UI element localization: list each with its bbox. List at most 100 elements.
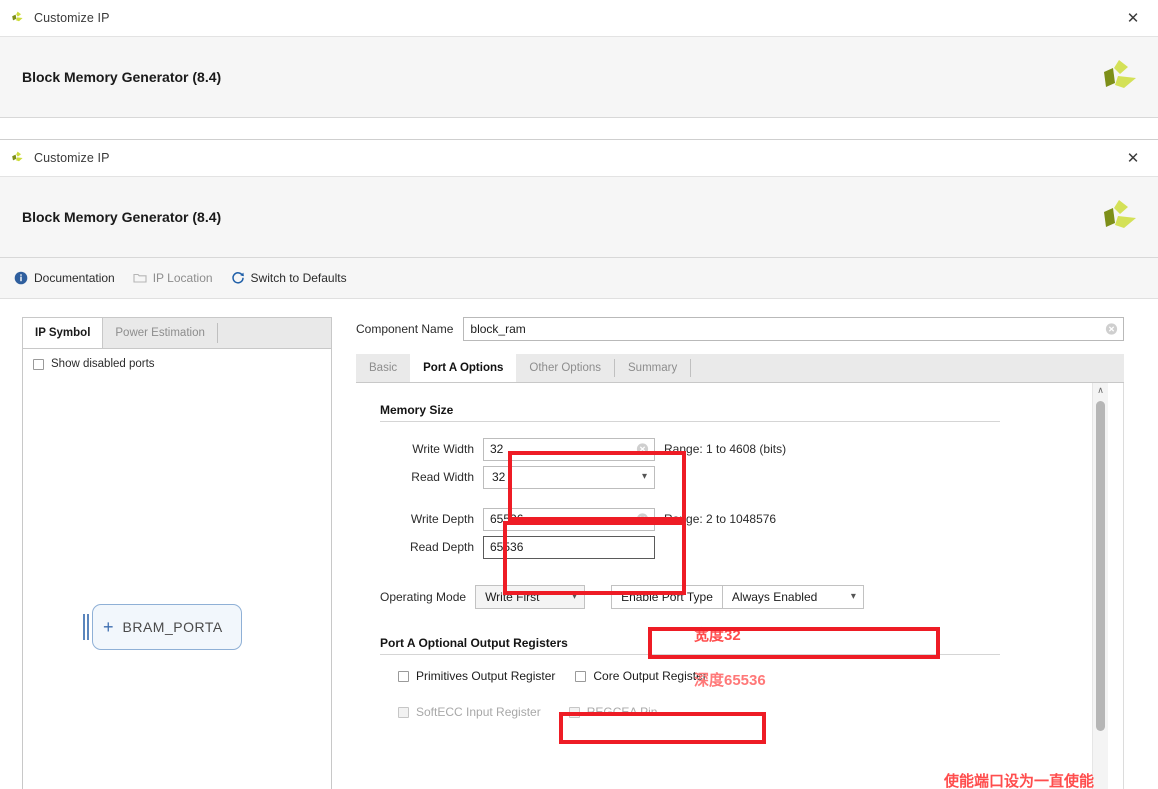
write-depth-value: 65536 [490, 512, 523, 526]
tab-other-options[interactable]: Other Options [516, 354, 614, 382]
show-disabled-ports-row[interactable]: Show disabled ports [23, 349, 331, 370]
output-registers-row-2: SoftECC Input Register REGCEA Pin [380, 705, 1124, 719]
enable-port-type-select[interactable]: Always Enabled ▾ [723, 590, 863, 604]
write-depth-input[interactable]: 65536 [483, 508, 655, 531]
memory-size-heading: Memory Size [380, 403, 1124, 417]
clear-circle-icon[interactable] [1105, 323, 1118, 336]
enable-port-type-group: Enable Port Type Always Enabled ▾ [611, 585, 864, 609]
scrollbar-thumb[interactable] [1096, 401, 1105, 731]
read-depth-value: 65536 [490, 540, 523, 554]
tab-summary-label: Summary [628, 362, 677, 374]
core-output-register-label: Core Output Register [593, 669, 706, 683]
tab-summary[interactable]: Summary [615, 354, 690, 382]
back-window-close-icon[interactable]: ✕ [1122, 7, 1144, 29]
write-depth-range: Range: 2 to 1048576 [664, 512, 776, 526]
read-depth-input[interactable]: 65536 [483, 536, 655, 559]
output-registers-rule [380, 654, 1000, 655]
tab-ip-symbol[interactable]: IP Symbol [23, 318, 103, 348]
front-window-titlebar: Customize IP ✕ [0, 140, 1158, 177]
bram-porta-box[interactable]: + BRAM_PORTA [92, 604, 242, 650]
bram-porta-label: BRAM_PORTA [123, 619, 223, 635]
ip-location-label: IP Location [153, 271, 213, 285]
front-window: Customize IP ✕ Block Memory Generator (8… [0, 139, 1158, 789]
read-width-label: Read Width [380, 470, 483, 484]
regcea-pin-label: REGCEA Pin [587, 705, 658, 719]
output-registers-row-1: Primitives Output Register Core Output R… [380, 669, 1124, 683]
memory-size-rule [380, 421, 1000, 422]
options-panel: Component Name block_ram Basic P [356, 317, 1124, 789]
write-width-row: Write Width 32 Range: 1 to 4608 (bits) [380, 436, 1124, 462]
component-name-input[interactable]: block_ram [463, 317, 1124, 341]
clear-circle-icon[interactable] [636, 513, 649, 526]
back-window-banner: Block Memory Generator (8.4) [0, 37, 1158, 118]
tab-basic-label: Basic [369, 362, 397, 374]
switch-to-defaults-label: Switch to Defaults [251, 271, 347, 285]
info-icon [14, 271, 28, 285]
front-window-title: Customize IP [34, 151, 110, 165]
tab-other-options-label: Other Options [529, 362, 601, 374]
write-width-value: 32 [490, 442, 503, 456]
scroll-up-arrow-icon[interactable]: ∧ [1093, 383, 1108, 397]
ip-location-button[interactable]: IP Location [133, 271, 213, 285]
xilinx-logo-icon [10, 150, 26, 166]
chevron-down-icon[interactable]: ▾ [851, 592, 856, 602]
primitives-output-register-checkbox[interactable] [398, 671, 409, 682]
read-width-row: Read Width 32 ▾ [380, 464, 1124, 490]
front-window-banner: Block Memory Generator (8.4) [0, 177, 1158, 258]
core-output-register-option[interactable]: Core Output Register [575, 669, 706, 683]
refresh-icon [231, 271, 245, 285]
folder-icon [133, 271, 147, 285]
show-disabled-ports-label: Show disabled ports [51, 358, 155, 370]
xilinx-brand-logo-icon [1100, 198, 1140, 236]
xilinx-logo-icon [10, 10, 26, 26]
enable-port-type-value: Always Enabled [732, 590, 817, 604]
tab-port-a-options[interactable]: Port A Options [410, 354, 516, 382]
read-width-select[interactable]: 32 ▾ [483, 466, 655, 489]
core-output-register-checkbox[interactable] [575, 671, 586, 682]
softecc-input-register-label: SoftECC Input Register [416, 705, 541, 719]
read-width-value: 32 [492, 470, 505, 484]
read-depth-label: Read Depth [380, 540, 483, 554]
operating-mode-value: Write First [485, 590, 539, 604]
output-registers-heading: Port A Optional Output Registers [380, 636, 1124, 650]
enable-port-type-label: Enable Port Type [612, 586, 723, 608]
bus-bars-icon [83, 614, 89, 640]
tab-basic[interactable]: Basic [356, 354, 410, 382]
read-depth-row: Read Depth 65536 [380, 534, 1124, 560]
component-name-value: block_ram [470, 322, 525, 336]
clear-circle-icon[interactable] [636, 443, 649, 456]
component-name-label: Component Name [356, 322, 453, 336]
write-width-label: Write Width [380, 442, 483, 456]
back-window-title: Customize IP [34, 11, 110, 25]
regcea-pin-option: REGCEA Pin [569, 705, 658, 719]
tab-power-estimation-label: Power Estimation [115, 327, 204, 339]
back-banner-title: Block Memory Generator (8.4) [22, 69, 221, 85]
operating-mode-label: Operating Mode [380, 590, 466, 604]
back-window-titlebar: Customize IP ✕ [0, 0, 1158, 37]
documentation-label: Documentation [34, 271, 115, 285]
tab-divider [690, 359, 691, 377]
ip-toolbar: Documentation IP Location Switch to Defa… [0, 258, 1158, 299]
show-disabled-ports-checkbox[interactable] [33, 359, 44, 370]
chevron-down-icon[interactable]: ▾ [572, 592, 577, 602]
expand-plus-icon[interactable]: + [103, 618, 114, 636]
write-width-input[interactable]: 32 [483, 438, 655, 461]
component-name-row: Component Name block_ram [356, 317, 1124, 341]
front-window-close-icon[interactable]: ✕ [1122, 147, 1144, 169]
ip-symbol-body: Show disabled ports + BRAM_PORTA [23, 349, 331, 789]
options-scrollbar[interactable]: ∧ [1092, 383, 1108, 789]
documentation-button[interactable]: Documentation [14, 271, 115, 285]
switch-to-defaults-button[interactable]: Switch to Defaults [231, 271, 347, 285]
chevron-down-icon[interactable]: ▾ [642, 472, 647, 482]
port-a-options-form: Memory Size Write Width 32 Range: 1 t [356, 383, 1124, 789]
tab-power-estimation[interactable]: Power Estimation [103, 318, 216, 348]
xilinx-brand-logo-icon [1100, 58, 1140, 96]
operating-mode-select[interactable]: Write First ▾ [475, 585, 585, 609]
write-depth-label: Write Depth [380, 512, 483, 526]
write-width-range: Range: 1 to 4608 (bits) [664, 442, 786, 456]
panel-edge [1123, 383, 1124, 789]
left-panel-tabs: IP Symbol Power Estimation [23, 318, 331, 349]
ip-symbol-panel: IP Symbol Power Estimation Show disabled… [22, 317, 332, 789]
primitives-output-register-option[interactable]: Primitives Output Register [398, 669, 555, 683]
operating-mode-row: Operating Mode Write First ▾ Enable Port… [380, 584, 1124, 610]
